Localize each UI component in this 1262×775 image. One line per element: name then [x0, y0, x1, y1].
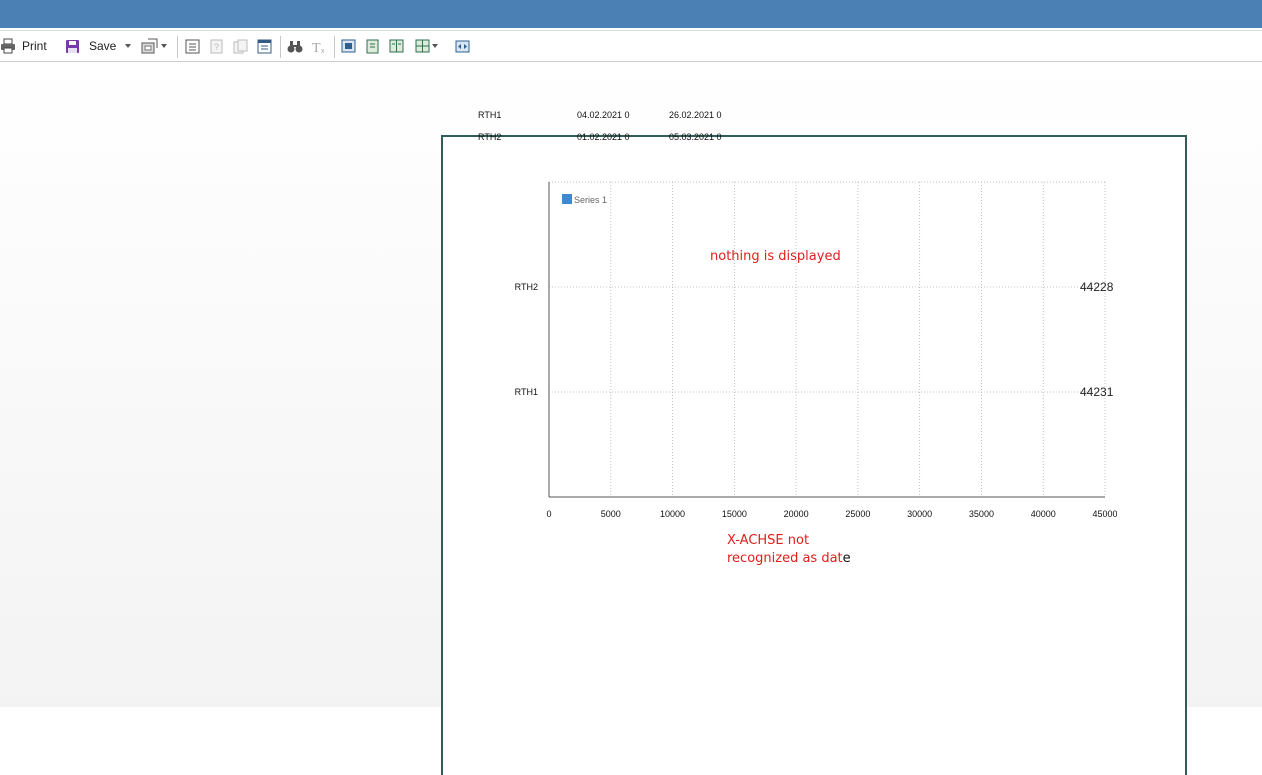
row-start-date: 04.02.2021 0	[577, 110, 630, 120]
x-tick-label: 40000	[1031, 509, 1056, 519]
document-map-button[interactable]	[185, 31, 200, 61]
two-pages-icon	[389, 39, 404, 53]
toolbar-separator	[280, 36, 281, 58]
x-tick-label: 20000	[784, 509, 809, 519]
category-label: RTH1	[515, 387, 538, 397]
annotation-xaxis-line2: recognized as dat	[727, 551, 843, 566]
row-name: RTH2	[478, 132, 502, 142]
report-toolbar: Print Save ? Tx	[0, 30, 1262, 62]
svg-text:T: T	[312, 41, 321, 54]
two-pages-button[interactable]	[389, 31, 404, 61]
x-tick-label: 25000	[845, 509, 870, 519]
x-tick-label: 15000	[722, 509, 747, 519]
annotation-xaxis-tail: e	[842, 551, 851, 566]
row-end-date: 05.03.2021 0	[669, 132, 722, 142]
fit-width-button[interactable]	[455, 31, 470, 61]
single-page-button[interactable]	[341, 31, 356, 61]
x-tick-label: 35000	[969, 509, 994, 519]
x-tick-label: 45000	[1092, 509, 1117, 519]
page-view-icon	[365, 39, 380, 54]
x-tick-label: 30000	[907, 509, 932, 519]
toolbar-separator	[177, 36, 178, 58]
data-label: 44231	[1080, 385, 1114, 399]
copy-icon	[233, 39, 248, 54]
row-name: RTH1	[478, 110, 502, 120]
text-format-button[interactable]: Tx	[311, 31, 327, 61]
x-tick-label: 10000	[660, 509, 685, 519]
bar	[549, 361, 1095, 424]
row-end-date: 26.02.2021 0	[669, 110, 722, 120]
annotation-xaxis-line1: X-ACHSE not	[727, 533, 810, 548]
find-icon	[287, 39, 303, 54]
printer-icon	[0, 38, 16, 54]
toolbar-separator	[334, 36, 335, 58]
find-button[interactable]	[287, 31, 303, 61]
x-tick-label: 0	[546, 509, 551, 519]
save-button[interactable]: Save	[65, 31, 132, 61]
text-format-icon: Tx	[311, 39, 327, 54]
fit-width-icon	[455, 40, 470, 53]
save-dropdown-caret[interactable]	[125, 44, 132, 48]
svg-text:?: ?	[214, 42, 219, 52]
multi-page-dropdown-caret	[432, 44, 438, 48]
multi-page-icon	[415, 39, 430, 53]
export-button[interactable]	[141, 31, 167, 61]
page-view-button[interactable]	[365, 31, 380, 61]
legend-label: Series 1	[574, 195, 607, 205]
page-setup-icon	[257, 39, 272, 54]
export-icon	[141, 38, 159, 54]
page-setup-button[interactable]	[257, 31, 272, 61]
copy-button[interactable]	[233, 31, 248, 61]
print-label: Print	[22, 39, 47, 53]
annotation-nothing-displayed: nothing is displayed	[710, 249, 841, 264]
svg-text:x: x	[321, 48, 325, 54]
parameters-icon: ?	[209, 39, 224, 54]
single-page-icon	[341, 39, 356, 53]
multi-page-button[interactable]	[415, 31, 438, 61]
legend-swatch	[562, 194, 572, 204]
save-label: Save	[89, 39, 117, 53]
data-label: 44228	[1080, 280, 1114, 294]
report-page	[441, 135, 1187, 775]
print-button[interactable]: Print	[0, 31, 47, 61]
chart-legend: Series 1	[562, 194, 607, 205]
save-disk-icon	[65, 39, 80, 54]
export-dropdown-caret	[161, 44, 167, 48]
annotation-xaxis-note: X-ACHSE not recognized as date	[727, 532, 851, 568]
x-tick-label: 5000	[601, 509, 621, 519]
window-title-bar	[0, 0, 1262, 28]
document-map-icon	[185, 39, 200, 54]
category-label: RTH2	[515, 282, 538, 292]
row-start-date: 01.02.2021 0	[577, 132, 630, 142]
parameters-button[interactable]: ?	[209, 31, 224, 61]
